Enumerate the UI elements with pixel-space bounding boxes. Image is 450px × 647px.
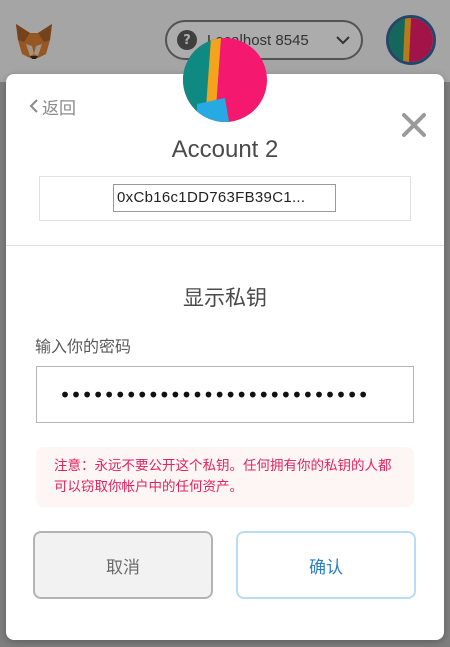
confirm-button[interactable]: 确认 — [236, 531, 416, 599]
back-button[interactable]: 返回 — [28, 95, 76, 119]
cancel-button[interactable]: 取消 — [33, 531, 213, 599]
chevron-left-icon — [29, 99, 38, 113]
password-input[interactable]: •••••••••••••••••••••••••••• — [36, 366, 414, 423]
divider — [6, 245, 444, 246]
private-key-warning: 注意：永远不要公开这个私钥。任何拥有你的私钥的人都可以窃取你帐户中的任何资产。 — [36, 447, 414, 507]
account-identicon — [183, 38, 267, 122]
account-name: Account 2 — [171, 136, 279, 163]
close-icon[interactable] — [400, 111, 428, 139]
account-address-field[interactable]: 0xCb16c1DD763FB39C1... — [113, 184, 336, 212]
back-label: 返回 — [42, 98, 76, 119]
section-title: 显示私钥 — [183, 286, 267, 310]
password-label: 输入你的密码 — [35, 337, 132, 356]
